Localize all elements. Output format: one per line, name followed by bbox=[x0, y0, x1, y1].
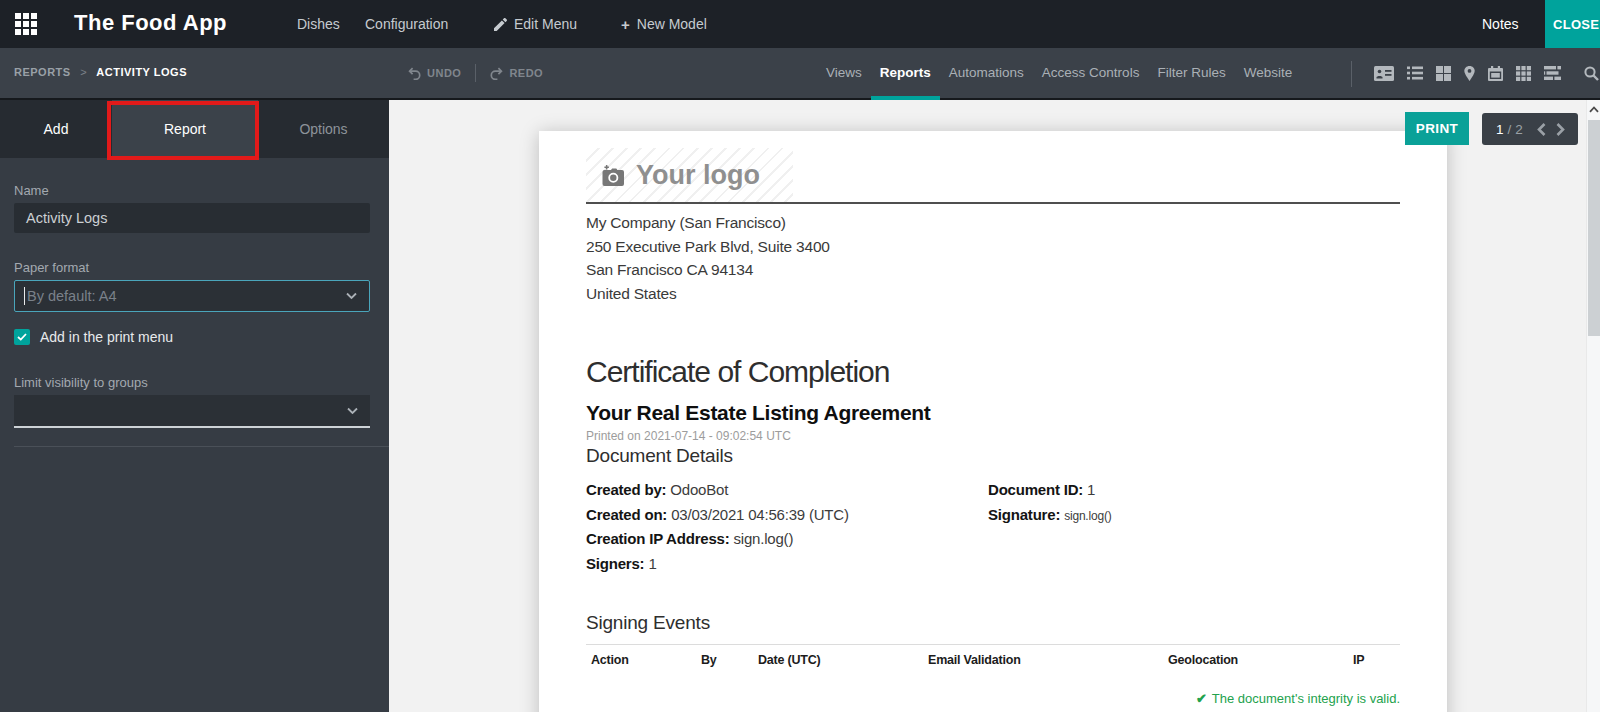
divider bbox=[475, 64, 476, 82]
print-button[interactable]: PRINT bbox=[1405, 112, 1469, 145]
checkbox-checked[interactable] bbox=[14, 329, 30, 345]
tab-access-controls[interactable]: Access Controls bbox=[1033, 48, 1149, 100]
gantt-view-icon[interactable] bbox=[1544, 66, 1561, 80]
check-icon: ✔ bbox=[1196, 691, 1207, 706]
table-top-border bbox=[586, 644, 1400, 645]
top-bar: The Food App Dishes Configuration Edit M… bbox=[0, 0, 1600, 48]
company-address: My Company (San Francisco) 250 Executive… bbox=[586, 211, 1400, 305]
details-heading: Document Details bbox=[586, 445, 1400, 467]
print-menu-checkbox-row[interactable]: Add in the print menu bbox=[14, 329, 173, 345]
print-menu-label: Add in the print menu bbox=[40, 329, 173, 345]
tab-automations[interactable]: Automations bbox=[940, 48, 1033, 100]
kanban-view-icon[interactable] bbox=[1436, 66, 1451, 81]
redo-button[interactable]: REDO bbox=[490, 67, 543, 80]
report-page: Your logo My Company (San Francisco) 250… bbox=[539, 131, 1447, 712]
calendar-view-icon[interactable] bbox=[1488, 66, 1503, 81]
main-area: Add Report Options Name Activity Logs Pa… bbox=[0, 100, 1600, 712]
menu-dishes[interactable]: Dishes bbox=[297, 16, 340, 32]
report-preview-area: Your logo My Company (San Francisco) 250… bbox=[389, 100, 1600, 712]
redo-icon bbox=[490, 67, 503, 80]
document-title: Certificate of Completion bbox=[586, 355, 1400, 389]
printed-on: Printed on 2021-07-14 - 09:02:54 UTC bbox=[586, 429, 1400, 443]
report-editor-sidebar: Add Report Options Name Activity Logs Pa… bbox=[0, 100, 389, 712]
paper-format-select[interactable]: By default: A4 bbox=[14, 280, 370, 312]
list-view-icon[interactable] bbox=[1407, 66, 1423, 80]
integrity-status: ✔The document's integrity is valid. bbox=[586, 691, 1400, 706]
breadcrumb-activity-logs: ACTIVITY LOGS bbox=[96, 66, 187, 78]
next-page-icon[interactable] bbox=[1556, 123, 1565, 136]
signing-table-header: Action By Date (UTC) Email Validation Ge… bbox=[586, 653, 1400, 675]
scroll-up-icon[interactable] bbox=[1589, 106, 1599, 113]
chevron-down-icon bbox=[346, 293, 357, 300]
tab-filter-rules[interactable]: Filter Rules bbox=[1148, 48, 1234, 100]
breadcrumb: REPORTS > ACTIVITY LOGS bbox=[14, 66, 187, 78]
name-input[interactable]: Activity Logs bbox=[14, 203, 370, 233]
edit-menu-button[interactable]: Edit Menu bbox=[494, 16, 577, 32]
check-icon bbox=[17, 333, 27, 341]
prev-page-icon[interactable] bbox=[1537, 123, 1546, 136]
company-logo-placeholder[interactable]: Your logo bbox=[586, 148, 793, 202]
scrollbar-thumb[interactable] bbox=[1588, 120, 1600, 336]
logo-text: Your logo bbox=[636, 160, 760, 191]
groups-label: Limit visibility to groups bbox=[14, 375, 148, 390]
close-button[interactable]: CLOSE bbox=[1545, 0, 1600, 48]
pencil-icon bbox=[494, 18, 507, 31]
sidebar-tab-options[interactable]: Options bbox=[258, 100, 389, 158]
divider bbox=[14, 446, 389, 447]
annotation-highlight-box bbox=[107, 101, 259, 160]
document-details: Created by: OdooBot Created on: 03/03/20… bbox=[586, 478, 1400, 576]
paper-format-label: Paper format bbox=[14, 260, 89, 275]
new-model-button[interactable]: + New Model bbox=[621, 16, 707, 32]
chevron-down-icon bbox=[347, 407, 358, 414]
camera-icon bbox=[601, 165, 625, 186]
map-view-icon[interactable] bbox=[1464, 66, 1475, 81]
undo-icon bbox=[408, 67, 421, 80]
undo-button[interactable]: UNDO bbox=[408, 67, 461, 80]
header-rule bbox=[586, 202, 1400, 204]
divider bbox=[1351, 61, 1352, 87]
tab-views[interactable]: Views bbox=[817, 48, 871, 100]
app-title: The Food App bbox=[74, 10, 227, 36]
form-view-icon[interactable] bbox=[1374, 66, 1394, 81]
name-label: Name bbox=[14, 183, 49, 198]
apps-grid-icon[interactable] bbox=[15, 13, 38, 35]
menu-configuration[interactable]: Configuration bbox=[365, 16, 448, 32]
breadcrumb-reports[interactable]: REPORTS bbox=[14, 66, 71, 78]
pivot-view-icon[interactable] bbox=[1516, 66, 1531, 81]
sidebar-tab-add[interactable]: Add bbox=[0, 100, 112, 158]
page-total: 2 bbox=[1515, 122, 1523, 137]
search-icon[interactable] bbox=[1584, 66, 1599, 81]
text-cursor bbox=[24, 287, 25, 305]
page-navigator: 1 / 2 bbox=[1482, 113, 1578, 145]
notes-button[interactable]: Notes bbox=[1482, 16, 1519, 32]
vertical-scrollbar[interactable] bbox=[1586, 100, 1600, 712]
document-subtitle: Your Real Estate Listing Agreement bbox=[586, 401, 1400, 425]
plus-icon: + bbox=[621, 17, 630, 32]
tab-reports[interactable]: Reports bbox=[871, 48, 940, 100]
page-current: 1 bbox=[1496, 122, 1504, 137]
tab-website[interactable]: Website bbox=[1235, 48, 1302, 100]
studio-tabs: Views Reports Automations Access Control… bbox=[817, 48, 1301, 98]
groups-select[interactable] bbox=[14, 395, 370, 428]
signing-events-heading: Signing Events bbox=[586, 612, 1400, 634]
studio-toolbar: REPORTS > ACTIVITY LOGS UNDO REDO Views … bbox=[0, 48, 1600, 100]
